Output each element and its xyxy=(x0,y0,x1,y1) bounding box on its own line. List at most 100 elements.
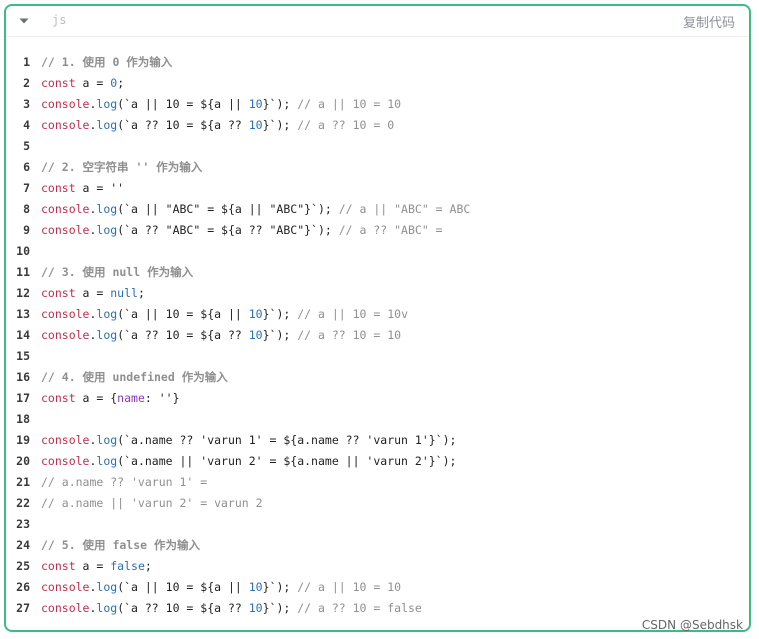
code-token: }`); xyxy=(262,97,298,111)
code-token: log xyxy=(96,601,118,615)
code-token: null xyxy=(110,286,138,300)
code-line: 14 console.log(`a ?? 10 = ${a ?? 10}`); /… xyxy=(6,325,749,346)
code-line: 22 // a.name || 'varun 2' = varun 2 xyxy=(6,493,749,514)
line-number: 25 xyxy=(16,559,30,573)
code-token: const xyxy=(41,286,76,300)
code-token: const xyxy=(41,391,76,405)
line-number: 8 xyxy=(23,202,30,216)
line-code: console.log(`a ?? "ABC" = ${a ?? "ABC"}`… xyxy=(41,220,450,241)
code-line: 3 console.log(`a || 10 = ${a || 10}`); //… xyxy=(6,94,749,115)
code-token: 10 xyxy=(248,307,263,321)
line-number: 27 xyxy=(16,601,30,615)
code-token: console xyxy=(41,97,90,111)
code-token: 10 xyxy=(248,97,263,111)
code-token: log xyxy=(96,580,118,594)
code-line: 16 // 4. 使用 undefined 作为输入 xyxy=(6,367,749,388)
code-token: // 4. 使用 undefined 作为输入 xyxy=(41,370,228,384)
line-code: // a.name || 'varun 2' = varun 2 xyxy=(41,493,263,514)
code-token: // 2. 空字符串 '' 作为输入 xyxy=(41,160,203,174)
code-token: const xyxy=(41,559,76,573)
line-number: 6 xyxy=(23,160,30,174)
code-token: a = xyxy=(75,286,111,300)
code-token: 10 xyxy=(248,580,263,594)
code-token: }`); xyxy=(262,118,298,132)
line-number: 20 xyxy=(16,454,30,468)
code-token: (`a.name || 'varun 2' = ${a.name || 'var… xyxy=(117,454,457,468)
code-token: const xyxy=(41,76,76,90)
code-token: // 5. 使用 false 作为输入 xyxy=(41,538,201,552)
line-code: console.log(`a.name ?? 'varun 1' = ${a.n… xyxy=(41,430,456,451)
code-token: // a ?? "ABC" = xyxy=(338,223,450,237)
code-line: 10 xyxy=(6,241,749,262)
code-token: log xyxy=(96,202,118,216)
code-token: }`); xyxy=(262,601,298,615)
code-token: console xyxy=(41,118,90,132)
code-token: (`a ?? 10 = ${a ?? xyxy=(117,328,249,342)
line-code: console.log(`a || "ABC" = ${a || "ABC"}`… xyxy=(41,199,470,220)
code-token: console xyxy=(41,223,90,237)
line-number: 15 xyxy=(16,349,30,363)
code-token: // a.name ?? 'varun 1' = xyxy=(41,475,215,489)
line-number: 23 xyxy=(16,517,30,531)
code-line: 21 // a.name ?? 'varun 1' = xyxy=(6,472,749,493)
code-token: (`a || 10 = ${a || xyxy=(117,307,249,321)
code-line: 26 console.log(`a || 10 = ${a || 10}`); /… xyxy=(6,577,749,598)
line-code: // 3. 使用 null 作为输入 xyxy=(41,262,193,283)
code-token: // a ?? 10 = 0 xyxy=(297,118,395,132)
code-token: (`a || 10 = ${a || xyxy=(117,580,249,594)
collapse-toggle-icon[interactable] xyxy=(18,15,30,27)
line-code: const a = {name: ''} xyxy=(41,388,180,409)
code-line: 9 console.log(`a ?? "ABC" = ${a ?? "ABC"}… xyxy=(6,220,749,241)
code-token: }`); xyxy=(262,307,298,321)
code-line: 4 console.log(`a ?? 10 = ${a ?? 10}`); //… xyxy=(6,115,749,136)
line-code: console.log(`a.name || 'varun 2' = ${a.n… xyxy=(41,451,456,472)
code-line: 24 // 5. 使用 false 作为输入 xyxy=(6,535,749,556)
line-number: 21 xyxy=(16,475,30,489)
code-token: log xyxy=(96,97,118,111)
code-token: (`a ?? 10 = ${a ?? xyxy=(117,118,249,132)
line-number: 7 xyxy=(23,181,30,195)
watermark: CSDN @Sebdhsk xyxy=(641,618,743,632)
code-token: a = xyxy=(75,76,111,90)
code-block: js 复制代码 1 // 1. 使用 0 作为输入 2 const a = 0; 3 co… xyxy=(4,4,751,632)
code-token: name xyxy=(117,391,145,405)
code-token: 10 xyxy=(248,118,263,132)
line-number: 13 xyxy=(16,307,30,321)
code-token: (`a ?? 10 = ${a ?? xyxy=(117,601,249,615)
line-number: 12 xyxy=(16,286,30,300)
code-token: 10 xyxy=(248,601,263,615)
line-number: 14 xyxy=(16,328,30,342)
line-code: console.log(`a ?? 10 = ${a ?? 10}`); // … xyxy=(41,325,401,346)
code-token: // a.name || 'varun 2' = varun 2 xyxy=(41,496,263,510)
code-token: log xyxy=(96,454,118,468)
code-token: ; xyxy=(144,559,152,573)
code-token: log xyxy=(96,223,118,237)
code-token: const xyxy=(41,181,76,195)
code-token: ; xyxy=(117,76,125,90)
line-number: 10 xyxy=(16,244,30,258)
copy-code-button[interactable]: 复制代码 xyxy=(683,12,735,31)
code-token: }`); xyxy=(262,328,298,342)
code-line: 15 xyxy=(6,346,749,367)
code-token: (`a.name ?? 'varun 1' = ${a.name ?? 'var… xyxy=(117,433,457,447)
code-token: (`a ?? "ABC" = ${a ?? "ABC"}`); xyxy=(117,223,339,237)
code-line: 20 console.log(`a.name || 'varun 2' = ${a… xyxy=(6,451,749,472)
code-token: log xyxy=(96,328,118,342)
code-token: // a || 10 = 10 xyxy=(297,580,402,594)
code-line: 25 const a = false; xyxy=(6,556,749,577)
code-line: 6 // 2. 空字符串 '' 作为输入 xyxy=(6,157,749,178)
code-token: // a || 10 = 10v xyxy=(297,307,409,321)
code-token: log xyxy=(96,118,118,132)
line-number: 16 xyxy=(16,370,30,384)
code-line: 18 xyxy=(6,409,749,430)
code-line: 23 xyxy=(6,514,749,535)
code-line: 2 const a = 0; xyxy=(6,73,749,94)
line-code: console.log(`a ?? 10 = ${a ?? 10}`); // … xyxy=(41,115,394,136)
code-token: a = { xyxy=(75,391,118,405)
code-line: 5 xyxy=(6,136,749,157)
line-code: console.log(`a ?? 10 = ${a ?? 10}`); // … xyxy=(41,598,422,619)
code-token: false xyxy=(110,559,145,573)
line-number: 1 xyxy=(23,55,30,69)
code-token: console xyxy=(41,328,90,342)
line-code: // 2. 空字符串 '' 作为输入 xyxy=(41,157,202,178)
